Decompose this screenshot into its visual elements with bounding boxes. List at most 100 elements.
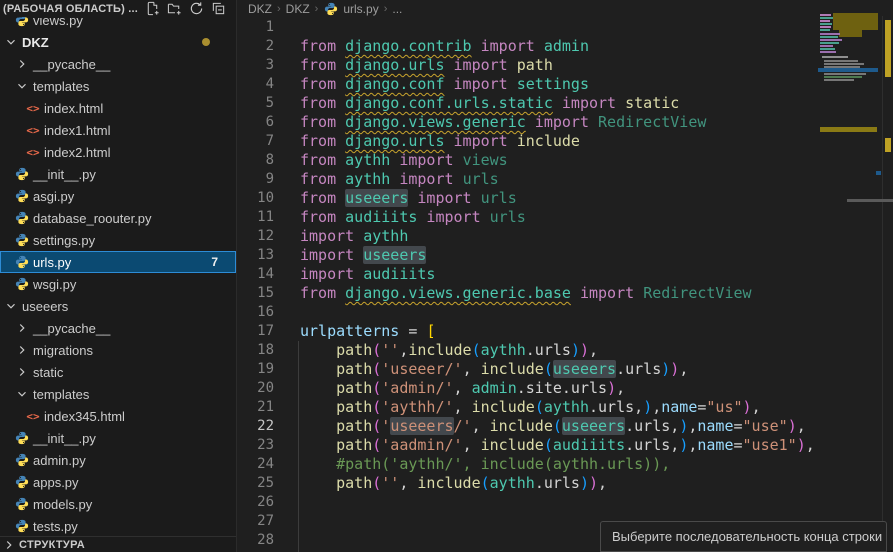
tree-item-label: apps.py	[33, 475, 79, 490]
breadcrumb-item-3[interactable]: ...	[392, 2, 402, 16]
code-line-7[interactable]: 7from django.urls import include	[238, 132, 893, 151]
code-line-content: from django.views.generic import Redirec…	[274, 113, 706, 132]
code-line-3[interactable]: 3from django.urls import path	[238, 56, 893, 75]
code-line-16[interactable]: 16	[238, 303, 893, 322]
tree-item-label: __init__.py	[33, 431, 96, 446]
chevron-down-icon	[2, 34, 20, 50]
code-line-5[interactable]: 5from django.conf.urls.static import sta…	[238, 94, 893, 113]
problems-count-badge: 7	[211, 255, 218, 269]
file-tree: views.pyDKZ__pycache__templates<>index.h…	[0, 0, 236, 536]
line-number: 22	[238, 417, 274, 436]
code-line-23[interactable]: 23 path('aadmin/', include(audiiits.urls…	[238, 436, 893, 455]
tree-item-dkz[interactable]: DKZ	[0, 31, 236, 53]
code-line-4[interactable]: 4from django.conf import settings	[238, 75, 893, 94]
tree-item--pycache-[interactable]: __pycache__	[0, 317, 236, 339]
code-line-content	[274, 493, 300, 512]
outline-section-header[interactable]: СТРУКТУРА	[0, 536, 236, 552]
code-line-19[interactable]: 19 path('useeer/', include(useeers.urls)…	[238, 360, 893, 379]
tree-item--pycache-[interactable]: __pycache__	[0, 53, 236, 75]
tree-item-label: useeers	[22, 299, 68, 314]
minimap-mark	[820, 23, 832, 25]
breadcrumb-item-1[interactable]: DKZ	[286, 2, 310, 16]
line-number: 23	[238, 436, 274, 455]
line-number: 28	[238, 531, 274, 550]
tree-item-tests-py[interactable]: tests.py	[0, 515, 236, 537]
tree-item-label: templates	[33, 79, 89, 94]
tree-item-asgi-py[interactable]: asgi.py	[0, 185, 236, 207]
tree-item-label: migrations	[33, 343, 93, 358]
code-line-content: from useeers import urls	[274, 189, 517, 208]
tree-item-admin-py[interactable]: admin.py	[0, 449, 236, 471]
line-number: 27	[238, 512, 274, 531]
tree-item-label: index2.html	[44, 145, 110, 160]
code-line-12[interactable]: 12import aythh	[238, 227, 893, 246]
breadcrumb-item-0[interactable]: DKZ	[248, 2, 272, 16]
tree-item-index-html[interactable]: <>index.html	[0, 97, 236, 119]
code-area[interactable]: 12from django.contrib import admin3from …	[238, 18, 893, 550]
new-file-icon[interactable]	[144, 1, 160, 17]
line-number: 9	[238, 170, 274, 189]
code-line-25[interactable]: 25 path('', include(aythh.urls)),	[238, 474, 893, 493]
code-line-content: import useeers	[274, 246, 426, 265]
code-line-8[interactable]: 8from aythh import views	[238, 151, 893, 170]
code-line-11[interactable]: 11from audiiits import urls	[238, 208, 893, 227]
code-line-6[interactable]: 6from django.views.generic import Redire…	[238, 113, 893, 132]
code-line-13[interactable]: 13import useeers	[238, 246, 893, 265]
tree-item-index1-html[interactable]: <>index1.html	[0, 119, 236, 141]
explorer-section-header[interactable]: (РАБОЧАЯ ОБЛАСТЬ) ...	[0, 0, 236, 17]
line-number: 6	[238, 113, 274, 132]
tree-item-label: __init__.py	[33, 167, 96, 182]
tree-item-useeers[interactable]: useeers	[0, 295, 236, 317]
code-line-22[interactable]: 22 path('useeers/', include(useeers.urls…	[238, 417, 893, 436]
collapse-all-icon[interactable]	[210, 1, 226, 17]
code-line-1[interactable]: 1	[238, 18, 893, 37]
tree-item-wsgi-py[interactable]: wsgi.py	[0, 273, 236, 295]
tree-item-index2-html[interactable]: <>index2.html	[0, 141, 236, 163]
code-line-14[interactable]: 14import audiiits	[238, 265, 893, 284]
code-line-10[interactable]: 10from useeers import urls	[238, 189, 893, 208]
eol-tooltip: Выберите последовательность конца строки	[600, 521, 887, 552]
tree-item-static[interactable]: static	[0, 361, 236, 383]
tree-item-models-py[interactable]: models.py	[0, 493, 236, 515]
line-number: 10	[238, 189, 274, 208]
tree-item-index345-html[interactable]: <>index345.html	[0, 405, 236, 427]
tree-item--init-py[interactable]: __init__.py	[0, 163, 236, 185]
code-line-15[interactable]: 15from django.views.generic.base import …	[238, 284, 893, 303]
breadcrumb-separator-icon: ›	[384, 3, 388, 15]
chevron-down-icon	[13, 78, 31, 94]
tree-item-label: index1.html	[44, 123, 110, 138]
code-line-2[interactable]: 2from django.contrib import admin	[238, 37, 893, 56]
code-line-17[interactable]: 17urlpatterns = [	[238, 322, 893, 341]
tree-item-urls-py[interactable]: urls.py7	[0, 251, 236, 273]
line-number: 8	[238, 151, 274, 170]
minimap-mark	[818, 68, 878, 72]
chevron-down-icon	[2, 298, 20, 314]
tree-item-label: tests.py	[33, 519, 78, 534]
html-file-icon: <>	[24, 100, 42, 116]
tree-item-templates[interactable]: templates	[0, 383, 236, 405]
breadcrumb-item-2[interactable]: urls.py	[343, 2, 378, 16]
tree-item-label: admin.py	[33, 453, 86, 468]
tree-item-migrations[interactable]: migrations	[0, 339, 236, 361]
code-line-26[interactable]: 26	[238, 493, 893, 512]
tree-item--init-py[interactable]: __init__.py	[0, 427, 236, 449]
line-number: 26	[238, 493, 274, 512]
code-line-content: path('aythh/', include(aythh.urls,),name…	[274, 398, 761, 417]
refresh-icon[interactable]	[188, 1, 204, 17]
line-number: 25	[238, 474, 274, 493]
tree-item-database-roouter-py[interactable]: database_roouter.py	[0, 207, 236, 229]
new-folder-icon[interactable]	[166, 1, 182, 17]
code-line-content: from aythh import urls	[274, 170, 499, 189]
overview-ruler-mark	[885, 138, 891, 152]
code-line-24[interactable]: 24 #path('aythh/', include(aythh.urls)),	[238, 455, 893, 474]
tree-item-templates[interactable]: templates	[0, 75, 236, 97]
code-line-20[interactable]: 20 path('admin/', admin.site.urls),	[238, 379, 893, 398]
code-line-9[interactable]: 9from aythh import urls	[238, 170, 893, 189]
code-line-18[interactable]: 18 path('',include(aythh.urls)),	[238, 341, 893, 360]
tree-item-label: wsgi.py	[33, 277, 76, 292]
code-line-content: from django.conf.urls.static import stat…	[274, 94, 679, 113]
tree-item-settings-py[interactable]: settings.py	[0, 229, 236, 251]
line-number: 2	[238, 37, 274, 56]
code-line-21[interactable]: 21 path('aythh/', include(aythh.urls,),n…	[238, 398, 893, 417]
tree-item-apps-py[interactable]: apps.py	[0, 471, 236, 493]
